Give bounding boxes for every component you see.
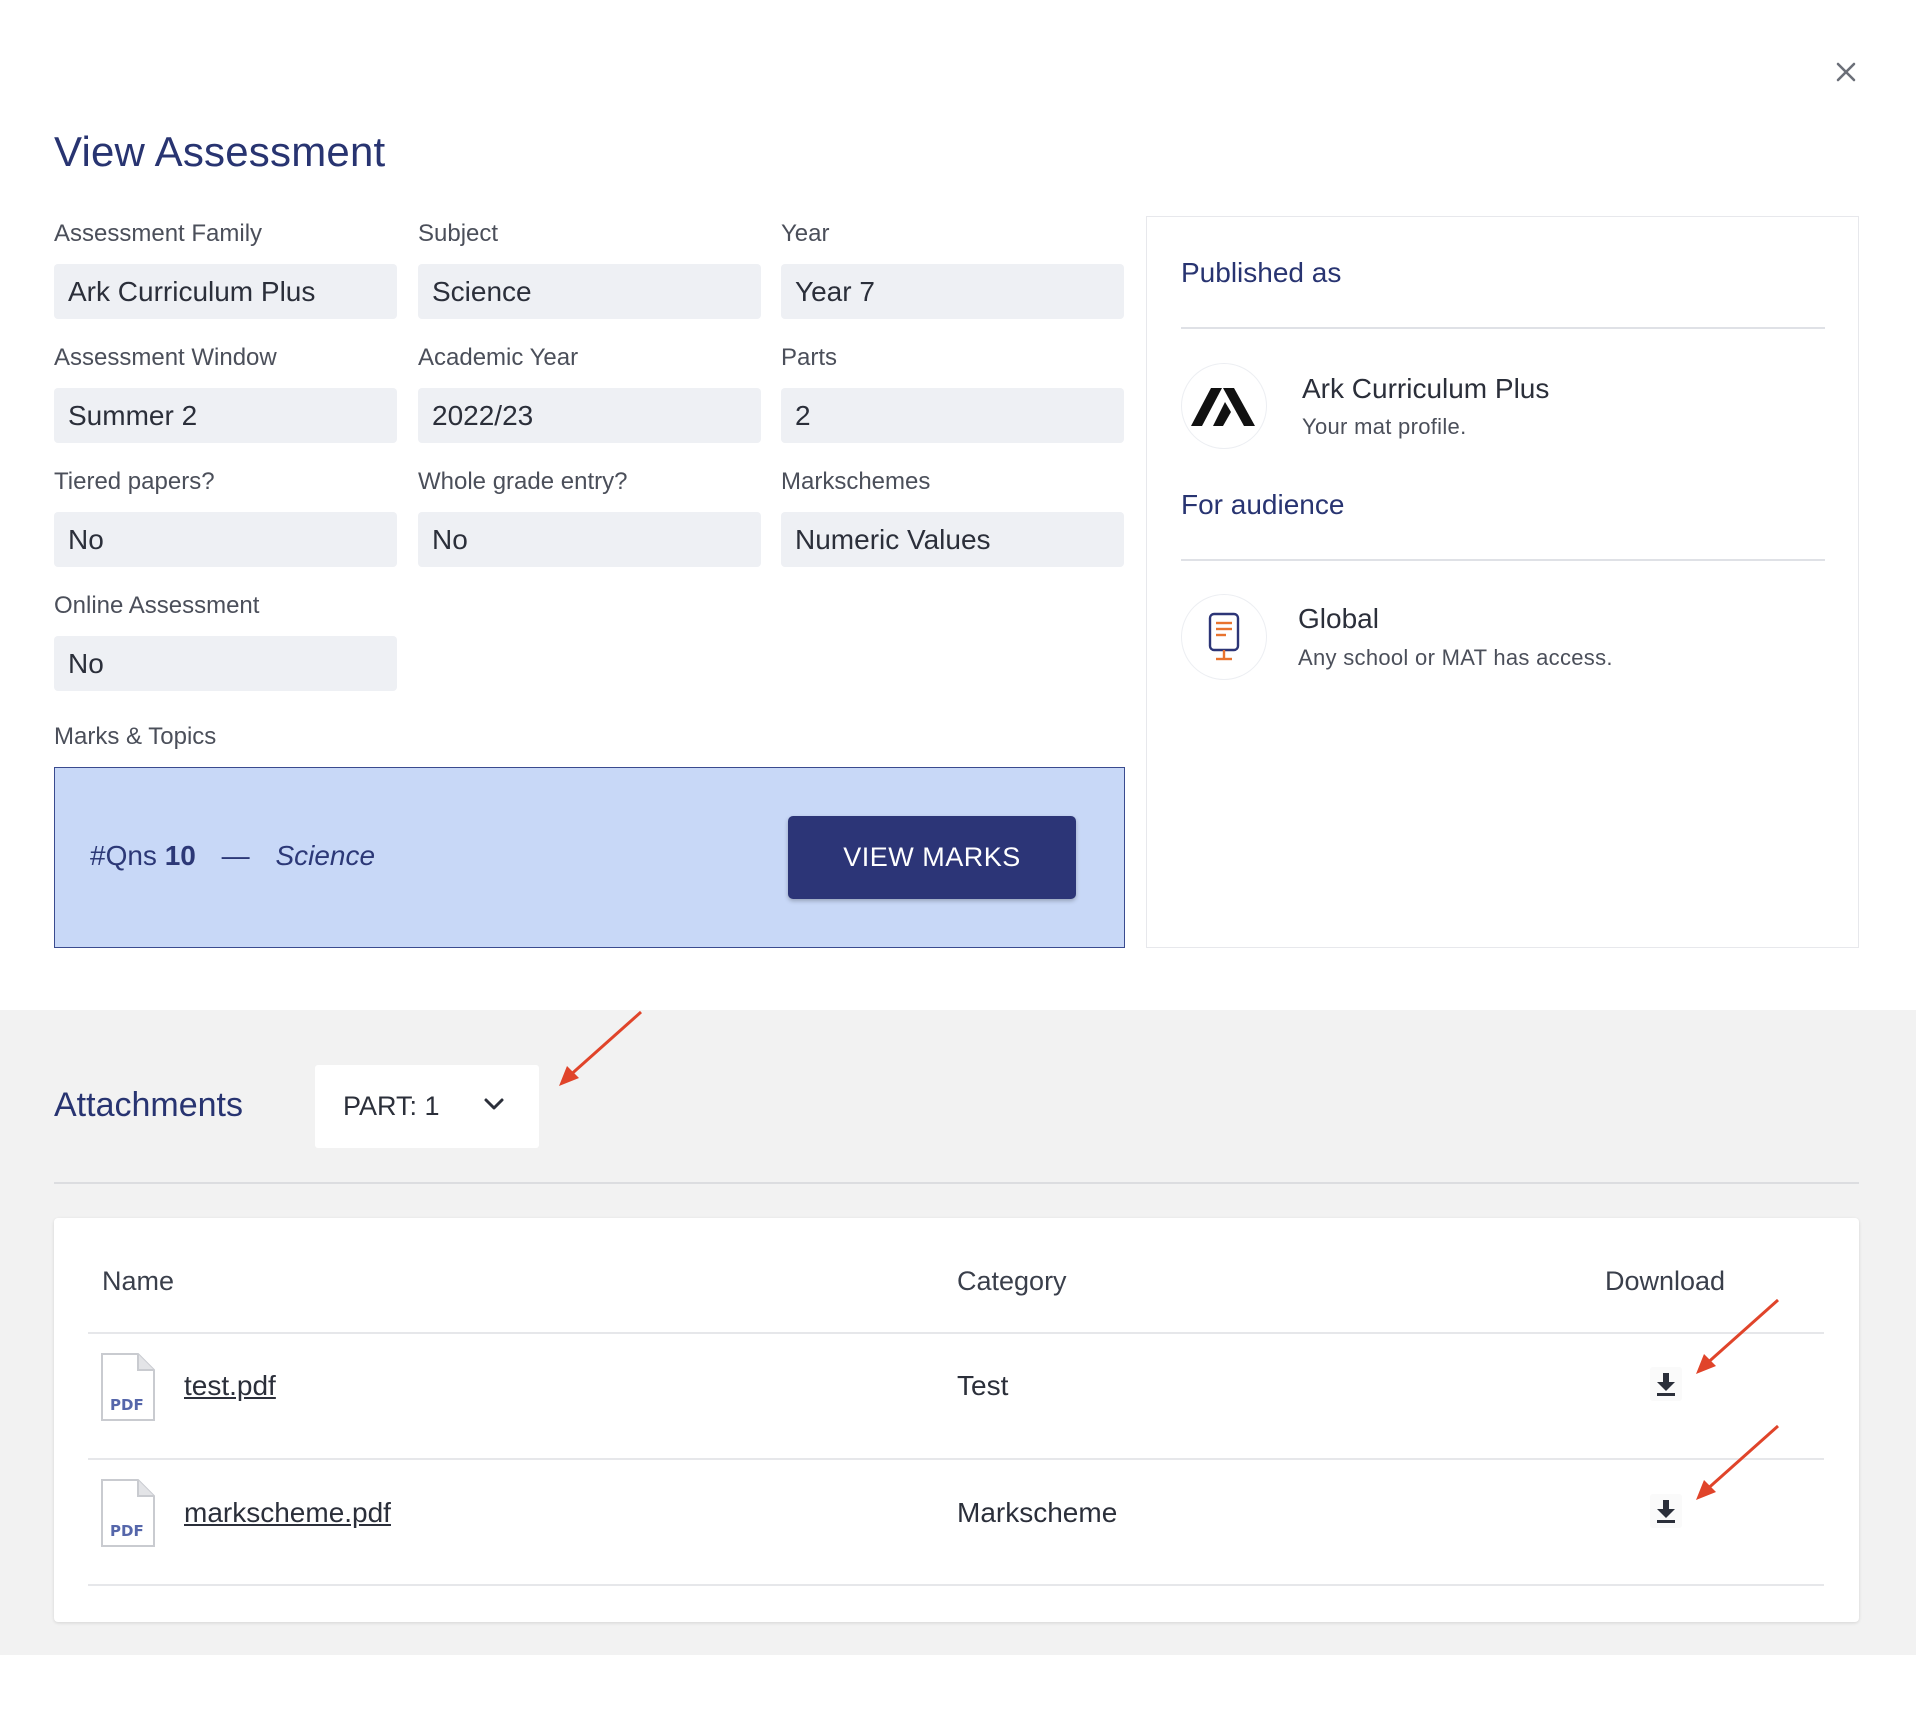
audience-subtitle: Any school or MAT has access. [1298,645,1613,670]
parts-field: 2 [781,388,1124,443]
file-badge: PDF [110,1522,144,1540]
subject-label: Subject [418,220,499,247]
whole-grade-entry-field: No [418,512,761,567]
online-assessment-label: Online Assessment [54,592,260,619]
academic-year-field: 2022/23 [418,388,761,443]
marks-subject: Science [275,840,376,871]
assessment-window-label: Assessment Window [54,344,277,371]
pdf-file-icon: PDF [101,1353,155,1421]
assessment-family-field: Ark Curriculum Plus [54,264,397,319]
part-select-value: PART: 1 [343,1091,440,1121]
year-field: Year 7 [781,264,1124,319]
divider [88,1458,1824,1460]
part-select[interactable]: PART: 1 [315,1065,539,1148]
view-marks-button[interactable]: VIEW MARKS [788,816,1076,899]
column-header-category: Category [957,1266,1067,1296]
download-icon [1657,1373,1675,1396]
academic-year-label: Academic Year [418,344,579,371]
marks-summary: #Qns 10 — Science [90,840,375,872]
attachments-section: Attachments PART: 1 Name Category Downlo… [0,1010,1916,1655]
qns-count: 10 [164,840,196,871]
publisher-name: Ark Curriculum Plus [1302,373,1550,404]
markschemes-label: Markschemes [781,468,931,495]
global-audience-icon [1208,612,1240,661]
publisher-avatar [1181,363,1267,449]
file-name-link[interactable]: markscheme.pdf [184,1497,391,1529]
marks-topics-panel: #Qns 10 — Science VIEW MARKS [54,767,1125,948]
file-badge: PDF [110,1396,144,1414]
publish-info-panel: Published as Ark Curriculum Plus Your ma… [1146,216,1859,948]
divider [88,1584,1824,1586]
whole-grade-entry-label: Whole grade entry? [418,468,628,495]
qns-prefix: #Qns [90,840,157,871]
published-as-heading: Published as [1181,257,1342,288]
assessment-family-label: Assessment Family [54,220,263,247]
divider [1181,559,1825,561]
page-title: View Assessment [54,128,386,175]
close-button[interactable] [1828,54,1864,90]
column-header-download: Download [1605,1266,1726,1296]
file-name-link[interactable]: test.pdf [184,1370,276,1402]
divider [54,1182,1859,1184]
ark-logo-icon [1191,388,1255,426]
file-category: Test [957,1370,1009,1401]
tiered-papers-field: No [54,512,397,567]
close-icon [1836,62,1856,82]
publisher-subtitle: Your mat profile. [1302,414,1467,439]
tiered-papers-label: Tiered papers? [54,468,215,495]
subject-field: Science [418,264,761,319]
download-button[interactable] [1650,1367,1682,1401]
audience-heading: For audience [1181,489,1345,520]
audience-avatar [1181,594,1267,680]
chevron-down-icon [484,1098,504,1110]
markschemes-field: Numeric Values [781,512,1124,567]
divider [88,1332,1824,1334]
column-header-name: Name [102,1266,175,1296]
divider [1181,327,1825,329]
year-label: Year [781,220,830,247]
parts-label: Parts [781,344,838,371]
marks-topics-label: Marks & Topics [54,723,217,750]
file-category: Markscheme [957,1497,1118,1528]
pdf-file-icon: PDF [101,1479,155,1547]
attachments-table: Name Category Download PDF test.pdf Test [54,1218,1859,1622]
view-assessment-modal: View Assessment Assessment Family Ark Cu… [0,0,1916,1736]
download-button[interactable] [1650,1494,1682,1528]
attachments-title: Attachments [54,1086,243,1124]
download-icon [1657,1500,1675,1523]
online-assessment-field: No [54,636,397,691]
audience-name: Global [1298,603,1379,634]
assessment-window-field: Summer 2 [54,388,397,443]
separator: — [221,840,250,871]
